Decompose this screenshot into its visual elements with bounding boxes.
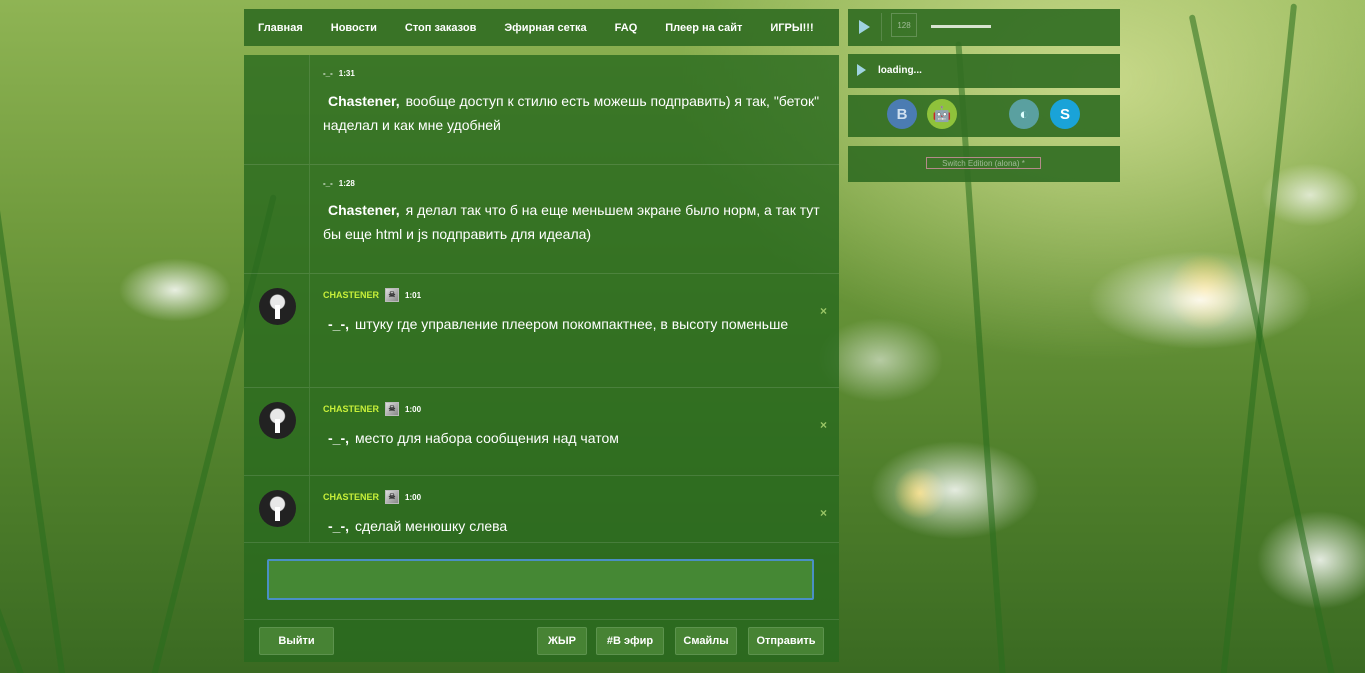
chat-message: CHASTENER ☠ 1:00 -_-, место для набора со… [244,388,839,476]
message-text-block: -_-, сделай менюшку слева [323,514,823,538]
message-meta: -_- 1:31 [323,69,355,78]
chat-panel: -_- 1:31 Chastener, вообще доступ к стилю… [244,55,839,662]
grass-blade [0,85,66,673]
nav-item-player[interactable]: Плеер на сайт [665,22,742,34]
message-addressee[interactable]: -_-, [328,518,349,534]
user-badge-icon: ☠ [385,490,400,504]
message-time: 1:00 [405,492,422,502]
chat-message: -_- 1:28 Chastener, я делал так что б на … [244,165,839,274]
message-text-block: -_-, место для набора сообщения над чатом [323,426,823,450]
nav-item-schedule[interactable]: Эфирная сетка [504,22,586,34]
status-play-icon [857,64,866,76]
message-time: 1:31 [338,69,355,78]
delete-message-icon[interactable]: × [820,418,827,432]
player-separator [881,13,882,41]
logout-button[interactable]: Выйти [259,627,334,655]
chat-message: CHASTENER ☠ 1:00 -_-, сделай менюшку слев… [244,476,839,542]
message-meta: CHASTENER ☠ 1:01 [323,288,421,302]
nav-item-faq[interactable]: FAQ [615,22,638,34]
composer-divider [244,542,839,543]
message-author[interactable]: CHASTENER [323,492,379,502]
play-icon[interactable] [859,20,870,34]
message-addressee[interactable]: -_-, [328,430,349,446]
message-meta: -_- 1:28 [323,179,355,188]
message-author[interactable]: -_- [323,179,333,188]
skype-icon[interactable]: S [1050,99,1080,129]
delete-message-icon[interactable]: × [820,304,827,318]
chat-message: CHASTENER ☠ 1:01 -_-, штуку где управлени… [244,274,839,388]
message-text: место для набора сообщения над чатом [355,430,619,446]
tunein-icon[interactable]: ◐ [1009,99,1039,129]
nav-item-news[interactable]: Новости [331,22,377,34]
message-addressee[interactable]: Chastener, [328,202,400,218]
smiles-button[interactable]: Смайлы [675,627,737,655]
message-author[interactable]: CHASTENER [323,404,379,414]
nav-item-stop-orders[interactable]: Стоп заказов [405,22,476,34]
player-status: loading... [878,65,922,76]
message-addressee[interactable]: -_-, [328,316,349,332]
message-text-block: Chastener, вообще доступ к стилю есть мож… [323,89,823,137]
send-button[interactable]: Отправить [748,627,824,655]
message-text-block: -_-, штуку где управление плеером покомпа… [323,312,823,336]
message-meta: CHASTENER ☠ 1:00 [323,402,421,416]
on-air-button[interactable]: #В эфир [596,627,664,655]
message-text: сделай менюшку слева [355,518,508,534]
message-time: 1:01 [405,290,422,300]
volume-value[interactable]: 128 [891,13,917,37]
nav-item-games[interactable]: ИГРЫ!!! [770,22,813,34]
message-meta: CHASTENER ☠ 1:00 [323,490,421,504]
message-time: 1:28 [338,179,355,188]
message-time: 1:00 [405,404,422,414]
message-text: штуку где управление плеером покомпактне… [355,316,789,332]
toolbar-divider [244,619,839,620]
grass-blade [1188,14,1336,673]
android-icon[interactable]: 🤖 [927,99,957,129]
message-text-block: Chastener, я делал так что б на еще меньш… [323,198,823,246]
user-badge-icon: ☠ [385,402,400,416]
avatar-column [244,165,310,273]
avatar[interactable] [259,402,296,439]
main-nav: Главная Новости Стоп заказов Эфирная сет… [244,9,839,46]
vk-icon[interactable]: B [887,99,917,129]
bold-button[interactable]: ЖЫР [537,627,587,655]
nav-item-home[interactable]: Главная [258,22,303,34]
avatar-column [244,55,310,164]
user-badge-icon: ☠ [385,288,400,302]
chat-message: -_- 1:31 Chastener, вообще доступ к стилю… [244,55,839,165]
message-addressee[interactable]: Chastener, [328,93,400,109]
avatar[interactable] [259,288,296,325]
message-author[interactable]: CHASTENER [323,290,379,300]
apple-icon[interactable] [968,99,998,129]
delete-message-icon[interactable]: × [820,506,827,520]
message-input[interactable] [267,559,814,600]
message-author[interactable]: -_- [323,69,333,78]
switch-edition-select[interactable]: Switch Edition (alona) * [926,157,1041,169]
avatar[interactable] [259,490,296,527]
volume-slider[interactable] [931,25,991,28]
